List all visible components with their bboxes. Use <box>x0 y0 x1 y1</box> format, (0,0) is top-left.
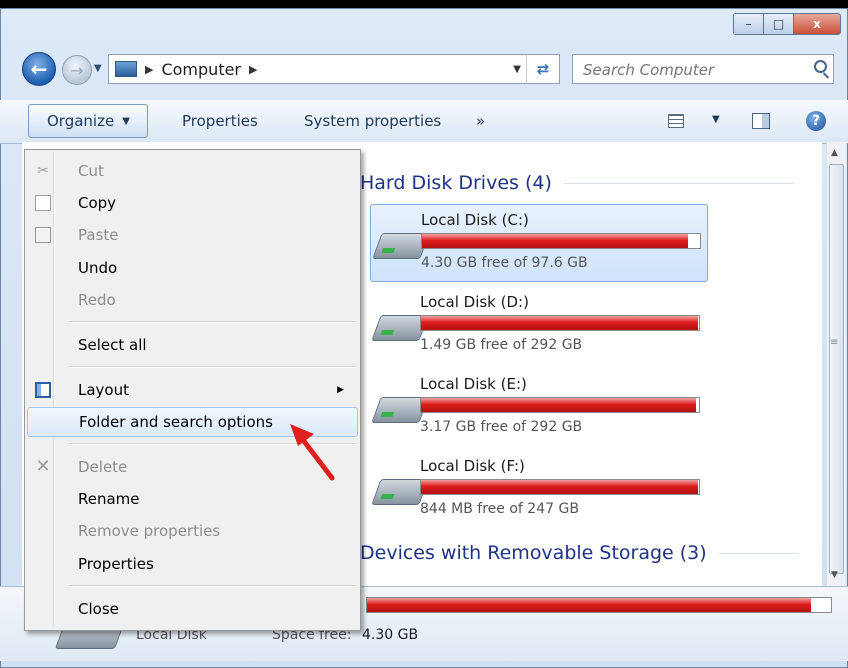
menu-item-select-all[interactable]: Select all <box>27 330 358 360</box>
delete-x-icon: ✕ <box>35 456 51 477</box>
breadcrumb-separator-icon[interactable]: ▶ <box>249 63 257 76</box>
paste-icon <box>35 227 51 243</box>
drive-usage-fill <box>422 234 688 248</box>
group-header-hard-disk-drives[interactable]: Hard Disk Drives (4) <box>360 172 794 194</box>
drive-free-space: 844 MB free of 247 GB <box>420 501 579 517</box>
drive-item[interactable]: Local Disk (E:) 3.17 GB free of 292 GB <box>370 369 708 447</box>
breadcrumb-separator-icon[interactable]: ▶ <box>145 63 153 76</box>
search-icon[interactable] <box>814 60 827 73</box>
drive-usage-bar <box>420 397 700 413</box>
menu-item-label: Redo <box>78 291 116 309</box>
address-dropdown-icon[interactable]: ▼ <box>513 64 521 75</box>
breadcrumb-computer[interactable]: Computer <box>161 60 241 79</box>
computer-icon <box>115 61 137 77</box>
organize-label: Organize <box>47 112 115 130</box>
drive-name: Local Disk (F:) <box>420 457 525 475</box>
chevron-down-icon: ▼ <box>122 115 130 127</box>
menu-item-label: Layout <box>78 381 129 399</box>
drive-name: Local Disk (D:) <box>420 293 529 311</box>
view-options-dropdown-icon[interactable]: ▼ <box>712 114 720 125</box>
details-usage-bar <box>366 597 832 613</box>
menu-item-label: Copy <box>78 194 117 212</box>
menu-separator <box>69 585 356 587</box>
organize-menu: ✂ Cut Copy Paste Undo Redo Select all La… <box>24 149 361 631</box>
more-commands-button[interactable]: » <box>476 101 485 141</box>
scrollbar-thumb[interactable] <box>829 164 844 574</box>
submenu-arrow-icon: ▶ <box>337 385 344 395</box>
back-arrow-icon[interactable]: ← <box>22 52 56 86</box>
drive-usage-bar <box>421 233 701 249</box>
menu-item-remove-properties[interactable]: Remove properties <box>27 516 358 546</box>
minimize-button[interactable]: – <box>733 13 763 35</box>
copy-icon <box>35 195 51 211</box>
vertical-scrollbar[interactable]: ▲ ≡ ▼ <box>826 142 846 586</box>
details-usage-fill <box>367 598 811 612</box>
properties-button[interactable]: Properties <box>182 101 258 141</box>
scissors-icon: ✂ <box>37 163 49 179</box>
menu-item-properties[interactable]: Properties <box>27 549 358 579</box>
drive-name: Local Disk (E:) <box>420 375 527 393</box>
menu-item-cut[interactable]: ✂ Cut <box>27 156 358 186</box>
caption-buttons: – □ x <box>733 13 841 35</box>
navigation-bar: ← → ▼ ▶ Computer ▶ ▼ ⇄ <box>0 50 848 90</box>
close-button[interactable]: x <box>793 13 841 35</box>
preview-pane-icon[interactable] <box>752 113 770 129</box>
menu-item-label: Rename <box>78 490 140 508</box>
menu-item-label: Select all <box>78 336 147 354</box>
group-divider <box>563 182 794 184</box>
menu-separator <box>69 321 356 323</box>
help-icon[interactable]: ? <box>806 111 826 131</box>
command-bar: Organize ▼ Properties System properties … <box>0 100 848 144</box>
menu-separator <box>69 366 356 368</box>
menu-item-label: Remove properties <box>78 522 221 540</box>
menu-item-copy[interactable]: Copy <box>27 188 358 218</box>
system-properties-button[interactable]: System properties <box>304 101 441 141</box>
group-divider <box>718 552 799 554</box>
forward-arrow-icon[interactable]: → <box>62 55 92 85</box>
drive-free-space: 4.30 GB free of 97.6 GB <box>421 255 588 271</box>
annotation-arrow-icon <box>290 424 335 481</box>
menu-item-redo[interactable]: Redo <box>27 285 358 315</box>
scrollbar-grip-icon: ≡ <box>830 337 839 348</box>
scroll-up-icon[interactable]: ▲ <box>831 148 838 158</box>
menu-item-label: Folder and search options <box>79 413 273 431</box>
search-box[interactable] <box>572 54 834 84</box>
layout-icon <box>35 382 51 398</box>
drive-usage-fill <box>421 480 699 494</box>
menu-item-label: Close <box>78 600 119 618</box>
address-bar[interactable]: ▶ Computer ▶ ▼ ⇄ <box>108 54 560 84</box>
menu-item-undo[interactable]: Undo <box>27 253 358 283</box>
drive-item[interactable]: Local Disk (C:) 4.30 GB free of 97.6 GB <box>370 204 708 282</box>
drive-item[interactable]: Local Disk (D:) 1.49 GB free of 292 GB <box>370 287 708 365</box>
change-view-icon[interactable] <box>668 114 684 128</box>
drive-usage-bar <box>420 479 700 495</box>
menu-item-label: Delete <box>78 458 128 476</box>
search-input[interactable] <box>581 59 805 81</box>
menu-item-layout[interactable]: Layout ▶ <box>27 375 358 405</box>
refresh-icon[interactable]: ⇄ <box>526 55 559 83</box>
drive-free-space: 1.49 GB free of 292 GB <box>420 337 583 353</box>
drive-free-space: 3.17 GB free of 292 GB <box>420 419 583 435</box>
menu-item-rename[interactable]: Rename <box>27 484 358 514</box>
organize-button[interactable]: Organize ▼ <box>28 104 148 138</box>
drive-name: Local Disk (C:) <box>421 211 529 229</box>
menu-item-label: Properties <box>78 555 154 573</box>
menu-item-close[interactable]: Close <box>27 594 358 624</box>
group-header-label: Hard Disk Drives (4) <box>360 172 552 194</box>
menu-item-label: Undo <box>78 259 118 277</box>
group-header-label: Devices with Removable Storage (3) <box>360 542 707 564</box>
scroll-down-icon[interactable]: ▼ <box>831 570 838 580</box>
drive-usage-bar <box>420 315 700 331</box>
menu-item-label: Paste <box>78 226 119 244</box>
drive-item[interactable]: Local Disk (F:) 844 MB free of 247 GB <box>370 451 708 529</box>
maximize-button[interactable]: □ <box>763 13 793 35</box>
drive-usage-fill <box>421 398 696 412</box>
recent-pages-dropdown[interactable]: ▼ <box>94 63 102 74</box>
menu-item-paste[interactable]: Paste <box>27 220 358 250</box>
group-header-removable-storage[interactable]: Devices with Removable Storage (3) <box>360 542 799 564</box>
menu-item-label: Cut <box>78 162 104 180</box>
drive-usage-fill <box>421 316 698 330</box>
details-space-free-value: 4.30 GB <box>362 627 419 643</box>
